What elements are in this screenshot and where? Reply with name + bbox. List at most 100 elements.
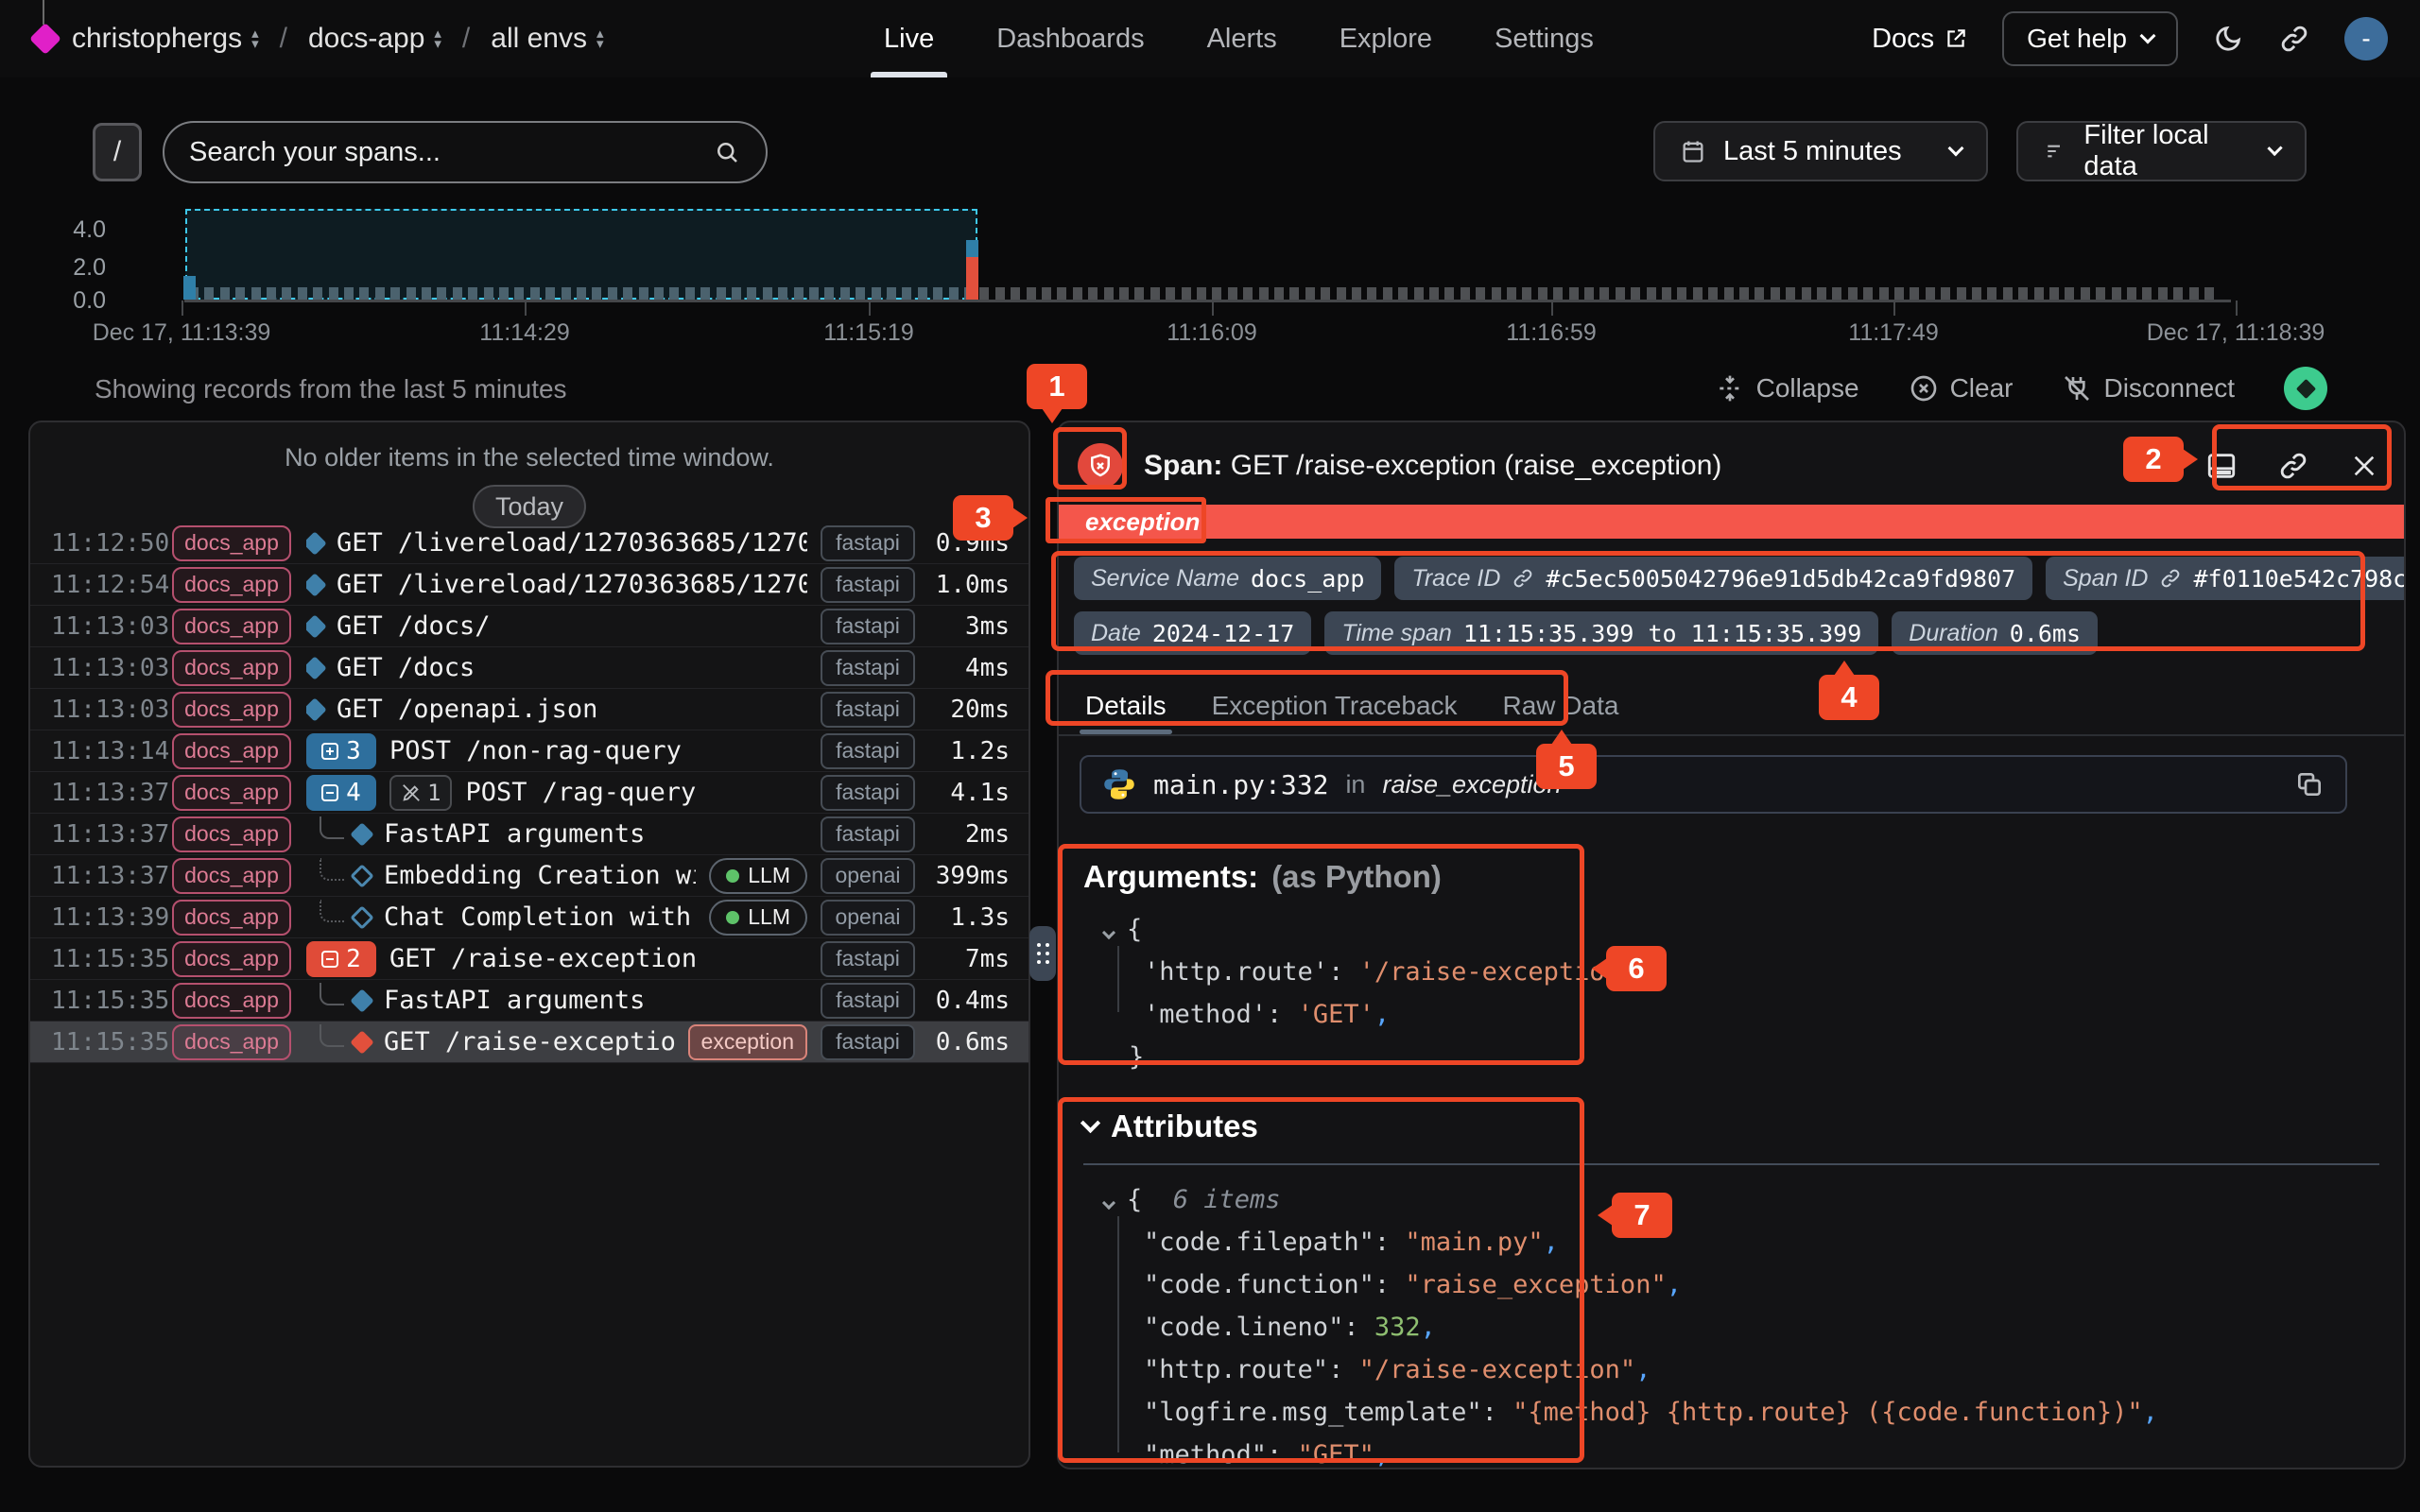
activity-tick (2003, 287, 2013, 300)
list-item[interactable]: 11:13:37docs_appEmbedding Creation wit…L… (30, 855, 1028, 897)
service-tag[interactable]: fastapi (821, 650, 915, 686)
activity-tick (639, 287, 648, 300)
activity-tick (1538, 287, 1547, 300)
children-count-badge[interactable]: 3 (306, 733, 376, 769)
service-tag[interactable]: fastapi (821, 609, 915, 644)
collapse-button[interactable]: Collapse (1715, 373, 1859, 404)
list-item[interactable]: 11:13:03docs_appGET /openapi.jsonfastapi… (30, 689, 1028, 730)
span-title: Span: GET /raise-exception (raise_except… (1144, 450, 1721, 482)
filter-button[interactable]: Filter local data (2016, 121, 2307, 181)
activity-tick (1134, 287, 1144, 300)
updown-icon: ▴▾ (596, 28, 604, 49)
project-selector[interactable]: docs-app ▴▾ (308, 23, 441, 55)
service-tag[interactable]: fastapi (821, 1024, 915, 1060)
scrubbed-badge[interactable]: 1 (389, 775, 452, 811)
list-item[interactable]: 11:13:39docs_appChat Completion with '…L… (30, 897, 1028, 938)
list-item[interactable]: 11:13:14docs_app3POST /non-rag-queryfast… (30, 730, 1028, 772)
logfire-logo-icon[interactable] (29, 23, 61, 55)
share-link-button[interactable] (2278, 23, 2310, 55)
list-item[interactable]: 11:13:03docs_appGET /docsfastapi4ms (30, 647, 1028, 689)
list-item[interactable]: 11:13:37docs_app41POST /rag-queryfastapi… (30, 772, 1028, 814)
service-tag[interactable]: fastapi (821, 983, 915, 1019)
app-tag[interactable]: docs_app (172, 983, 291, 1019)
code-file[interactable]: main.py:332 (1153, 769, 1328, 800)
list-item[interactable]: 11:12:50docs_appGET /livereload/12703636… (30, 523, 1028, 564)
app-tag[interactable]: docs_app (172, 609, 291, 644)
disconnect-button[interactable]: Disconnect (2062, 373, 2235, 404)
service-tag[interactable]: fastapi (821, 733, 915, 769)
list-item[interactable]: 11:13:03docs_appGET /docs/fastapi3ms (30, 606, 1028, 647)
app-tag[interactable]: docs_app (172, 900, 291, 936)
tab-explore[interactable]: Explore (1340, 0, 1432, 77)
avatar[interactable]: - (2344, 17, 2388, 60)
llm-pill[interactable]: LLM (709, 900, 807, 936)
llm-pill[interactable]: LLM (709, 858, 807, 894)
app-tag[interactable]: docs_app (172, 941, 291, 977)
app-tag[interactable]: docs_app (172, 692, 291, 728)
children-count-badge[interactable]: 2 (306, 941, 376, 977)
activity-tick (251, 287, 261, 300)
duration: 399ms (915, 862, 1028, 890)
service-tag[interactable]: openai (821, 900, 915, 936)
children-count-badge[interactable]: 4 (306, 775, 376, 811)
app-tag[interactable]: docs_app (172, 733, 291, 769)
service-tag[interactable]: fastapi (821, 941, 915, 977)
connection-status-indicator[interactable] (2284, 367, 2327, 410)
tab-alerts[interactable]: Alerts (1207, 0, 1277, 77)
service-tag[interactable]: fastapi (821, 816, 915, 852)
app-tag[interactable]: docs_app (172, 650, 291, 686)
span-kind-icon (306, 531, 327, 555)
search-input[interactable] (189, 137, 713, 168)
tab-live[interactable]: Live (884, 0, 934, 77)
app-tag[interactable]: docs_app (172, 775, 291, 811)
list-item[interactable]: 11:12:54docs_appGET /livereload/12703636… (30, 564, 1028, 606)
get-help-button[interactable]: Get help (2002, 11, 2178, 66)
span-start-time: 11:13:37 (51, 779, 172, 807)
app-tag[interactable]: docs_app (172, 567, 291, 603)
service-tag[interactable]: openai (821, 858, 915, 894)
app-tag[interactable]: docs_app (172, 525, 291, 561)
duration: 4ms (915, 654, 1028, 682)
service-tag[interactable]: fastapi (821, 567, 915, 603)
activity-tick (1243, 287, 1253, 300)
app-tag[interactable]: docs_app (172, 1024, 291, 1060)
duration: 20ms (915, 696, 1028, 724)
duration: 0.4ms (915, 987, 1028, 1015)
service-tag[interactable]: fastapi (821, 525, 915, 561)
env-selector[interactable]: all envs ▴▾ (491, 23, 603, 55)
docs-link[interactable]: Docs (1872, 24, 1968, 55)
activity-tick (530, 287, 540, 300)
list-item[interactable]: 11:15:35docs_app2GET /raise-exceptionfas… (30, 938, 1028, 980)
org-selector[interactable]: christophergs ▴▾ (72, 23, 259, 55)
disconnect-label: Disconnect (2103, 373, 2235, 404)
row-main: FastAPI argumentsfastapi (306, 816, 915, 852)
selection-window[interactable] (185, 209, 977, 300)
activity-tick (562, 287, 571, 300)
panel-resize-handle[interactable] (1029, 926, 1056, 981)
list-item[interactable]: 11:15:35docs_appFastAPI argumentsfastapi… (30, 980, 1028, 1022)
annotation-badge-4: 4 (1819, 675, 1879, 720)
tab-settings[interactable]: Settings (1495, 0, 1594, 77)
activity-tick (979, 287, 989, 300)
clear-button[interactable]: Clear (1909, 373, 2014, 404)
list-item[interactable]: 11:13:37docs_appFastAPI argumentsfastapi… (30, 814, 1028, 855)
app-tag[interactable]: docs_app (172, 816, 291, 852)
activity-tick (747, 287, 756, 300)
activity-tick (1352, 287, 1361, 300)
activity-tick (1553, 287, 1563, 300)
copy-button[interactable] (2294, 769, 2325, 799)
search-icon[interactable] (713, 138, 741, 166)
service-tag[interactable]: fastapi (821, 775, 915, 811)
activity-tick (1894, 287, 1904, 300)
app-tag[interactable]: docs_app (172, 858, 291, 894)
span-kind-icon (350, 822, 373, 846)
service-tag[interactable]: fastapi (821, 692, 915, 728)
time-range-button[interactable]: Last 5 minutes (1653, 121, 1988, 181)
theme-toggle-button[interactable] (2212, 23, 2244, 55)
exception-tag[interactable]: exception (688, 1024, 807, 1060)
list-item[interactable]: 11:15:35docs_appGET /raise-exception …ex… (30, 1022, 1028, 1063)
activity-tick (1383, 287, 1392, 300)
activity-tick (1429, 287, 1439, 300)
tab-dashboards[interactable]: Dashboards (996, 0, 1144, 77)
chevron-down-icon (1948, 141, 1964, 157)
